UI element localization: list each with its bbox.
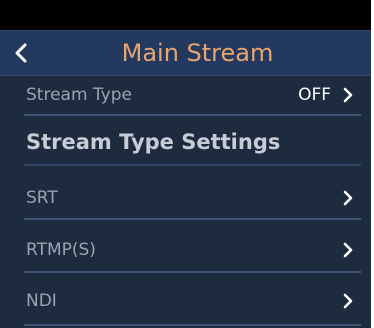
stream-type-value: OFF — [298, 85, 331, 105]
menu-item-label: RTMP(S) — [26, 240, 96, 260]
main-stream-screen: Main Stream Stream Type OFF Stream Type … — [0, 0, 371, 328]
section-title: Stream Type Settings — [26, 130, 281, 154]
chevron-right-icon — [343, 190, 353, 206]
menu-item-rtmps[interactable]: RTMP(S) — [24, 220, 361, 273]
menu-item-label: SRT — [26, 188, 58, 208]
chevron-right-icon — [343, 293, 353, 309]
menu-item-ndi[interactable]: NDI — [24, 273, 361, 326]
chevron-right-icon — [343, 242, 353, 258]
stream-type-label: Stream Type — [26, 85, 132, 105]
menu-item-srt[interactable]: SRT — [24, 166, 361, 220]
chevron-right-icon — [343, 87, 353, 103]
status-bar — [0, 0, 371, 30]
menu-item-label: NDI — [26, 291, 57, 311]
page-title: Main Stream — [121, 39, 274, 67]
header-bar: Main Stream — [0, 30, 371, 76]
stream-type-row[interactable]: Stream Type OFF — [24, 76, 361, 116]
